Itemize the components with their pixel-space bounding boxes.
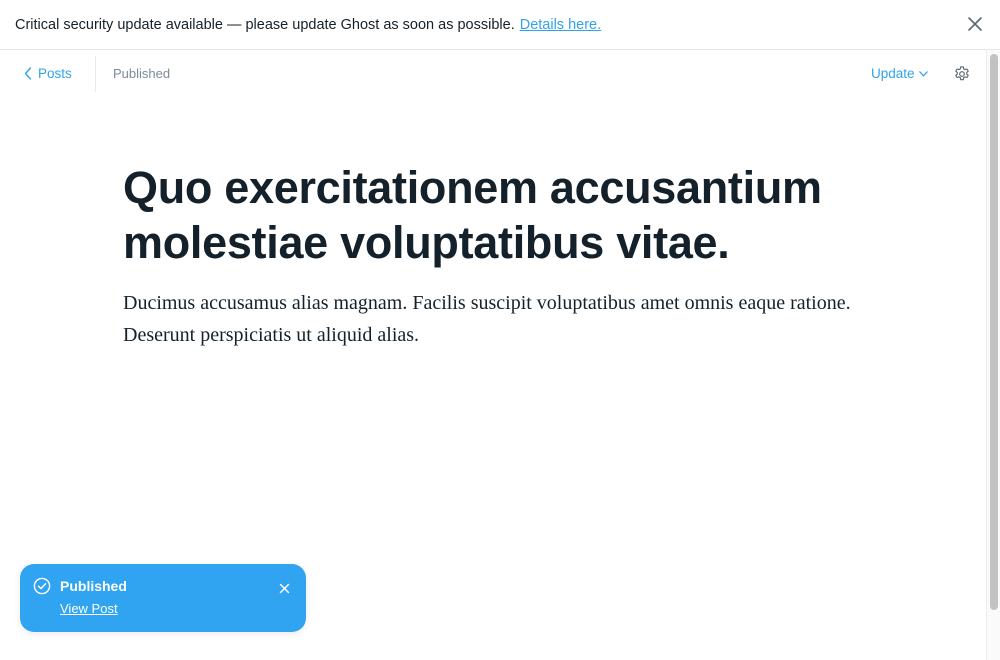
published-notification: Published View Post [20,564,306,632]
back-to-posts-link[interactable]: Posts [24,66,72,81]
chevron-down-icon [918,70,928,76]
post-status: Published [113,66,171,81]
update-button[interactable]: Update [871,66,928,81]
post-excerpt[interactable]: Ducimus accusamus alias magnam. Facilis … [123,287,883,351]
notification-title: Published [60,578,127,594]
post-title[interactable]: Quo exercitationem accusantium molestiae… [123,160,883,270]
editor-header: Posts Published Update [0,50,986,98]
alert-details-link[interactable]: Details here. [520,17,601,33]
gear-icon[interactable] [953,65,971,83]
close-icon[interactable] [279,581,290,594]
view-post-link[interactable]: View Post [60,601,118,616]
alert-message: Critical security update available — ple… [15,16,515,33]
chevron-left-icon [24,67,32,80]
check-circle-icon [33,577,51,595]
back-link-label: Posts [38,66,72,81]
scrollbar-thumb[interactable] [990,54,998,610]
security-alert-banner: Critical security update available — ple… [0,0,1000,50]
scrollbar[interactable] [986,50,1000,660]
close-icon[interactable] [967,16,983,32]
update-button-label: Update [871,66,915,81]
header-divider [95,56,96,92]
